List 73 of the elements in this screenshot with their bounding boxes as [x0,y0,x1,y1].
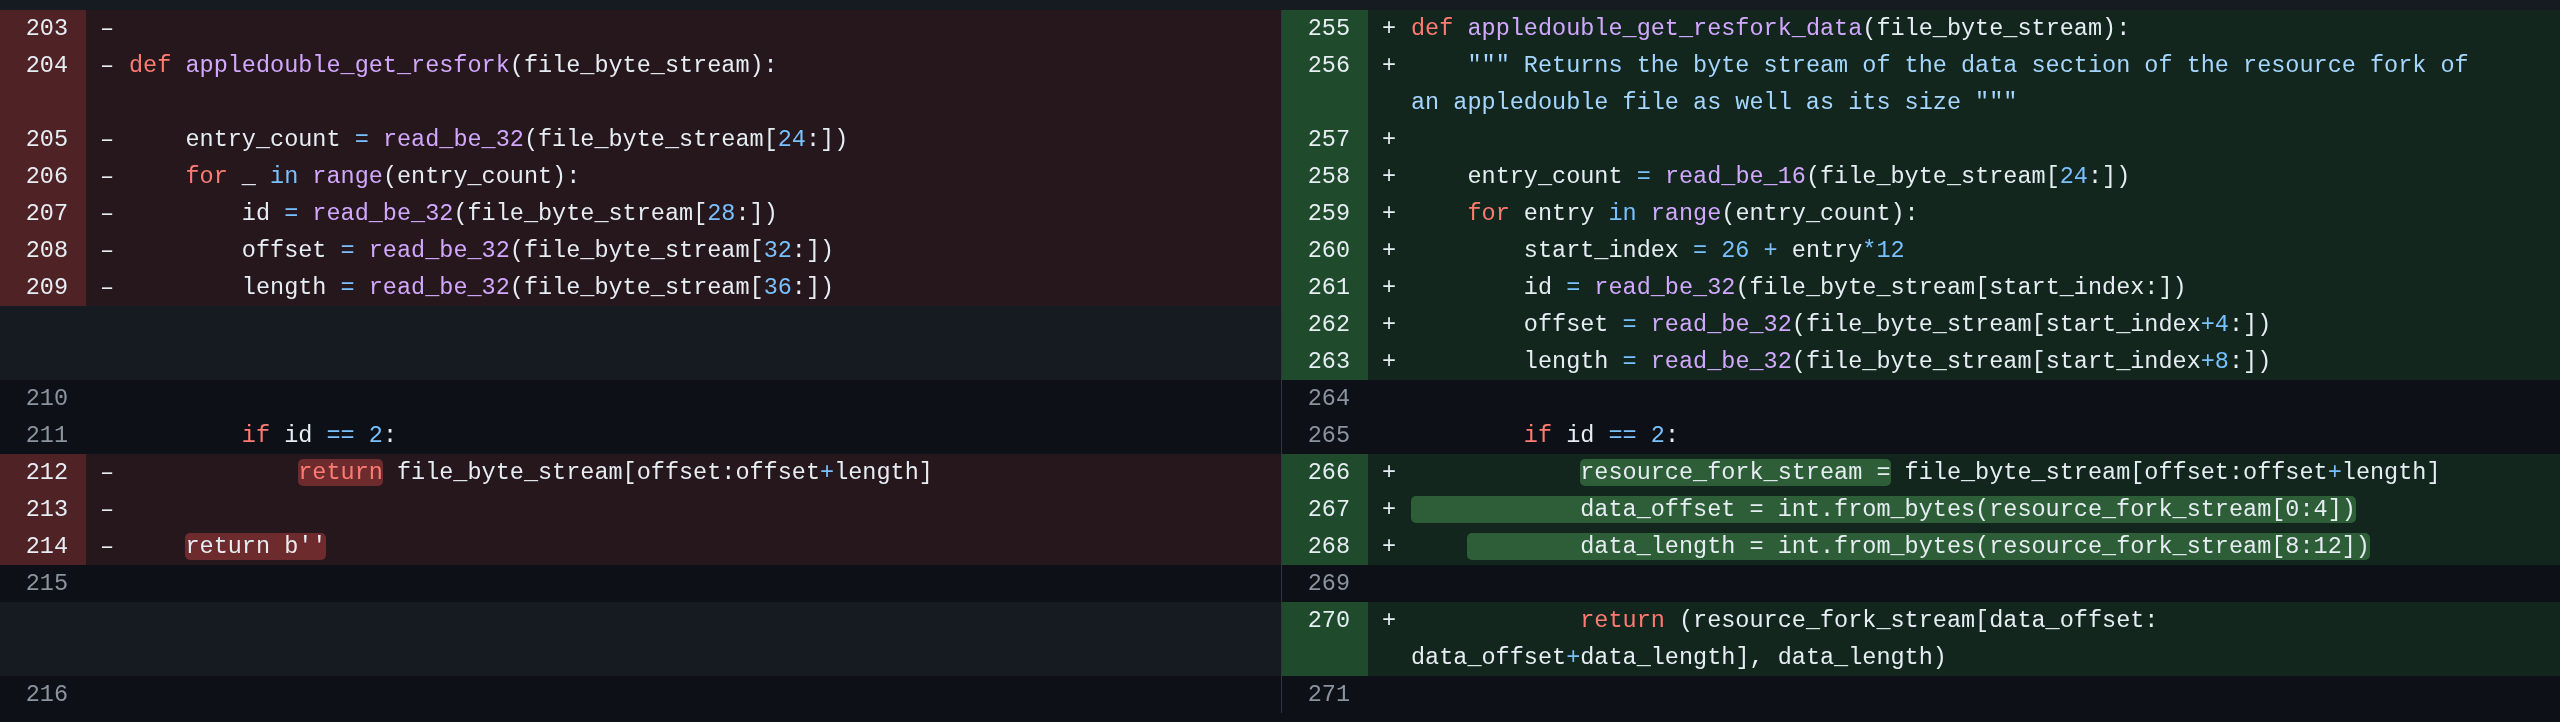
diff-sign: + [1382,126,1397,153]
line-number[interactable]: 270 [1282,602,1368,676]
diff-sign: – [100,200,115,227]
line-number[interactable]: 211 [0,417,86,454]
diff-sign: + [1382,237,1397,264]
diff-sign: + [1382,607,1397,634]
line-number[interactable]: 209 [0,269,86,306]
diff-sign: + [1382,311,1397,338]
diff-sign: – [100,459,115,486]
line-number[interactable]: 216 [0,676,86,713]
code-line: offset = read_be_32(file_byte_stream[start_index+4:]) [1522,311,2272,338]
line-number[interactable]: 207 [0,195,86,232]
line-number[interactable]: 205 [0,121,86,158]
diff-sign: + [1382,533,1397,560]
code-line: offset = read_be_32(file_byte_stream[32:]) [240,237,835,264]
line-number[interactable]: 260 [1282,232,1368,269]
line-number[interactable]: 208 [0,232,86,269]
diff-sign: + [1382,15,1397,42]
code-line: for _ in range(entry_count): [184,163,581,190]
diff-sign: – [100,126,115,153]
diff-sign: + [1382,52,1397,79]
code-line: resource_fork_stream = file_byte_stream[offset:offset+length] [1579,459,2441,486]
line-number[interactable]: 204 [0,47,86,121]
diff-sign: + [1382,200,1397,227]
line-number[interactable]: 265 [1282,417,1368,454]
code-line: for entry in range(entry_count): [1466,200,1919,227]
code-line: return file_byte_stream[offset:offset+length] [297,459,933,486]
line-number[interactable]: 215 [0,565,86,602]
line-number[interactable]: 266 [1282,454,1368,491]
line-number[interactable]: 203 [0,10,86,47]
code-line: id = read_be_32(file_byte_stream[start_index:]) [1522,274,2187,301]
line-number[interactable]: 262 [1282,306,1368,343]
line-number[interactable]: 213 [0,491,86,528]
code-line: if id == 2: [1522,422,1679,449]
line-number[interactable]: 259 [1282,195,1368,232]
line-number[interactable]: 271 [1282,676,1368,713]
code-line: start_index = 26 + entry*12 [1522,237,1905,264]
line-number[interactable]: 206 [0,158,86,195]
line-number[interactable]: 258 [1282,158,1368,195]
diff-sign: + [1382,348,1397,375]
code-line: length = read_be_32(file_byte_stream[36:]) [240,274,835,301]
line-number[interactable]: 214 [0,528,86,565]
code-line: def appledouble_get_resfork(file_byte_stream): [129,52,778,79]
line-number[interactable]: 268 [1282,528,1368,565]
diff-sign: – [100,496,115,523]
diff-sign: – [100,237,115,264]
code-line: if id == 2: [240,422,397,449]
diff-sign: – [100,533,115,560]
diff-sign: + [1382,459,1397,486]
line-number[interactable]: 255 [1282,10,1368,47]
line-number[interactable]: 269 [1282,565,1368,602]
diff-sign: – [100,52,115,79]
line-number[interactable]: 212 [0,454,86,491]
code-line: def appledouble_get_resfork_data(file_byte_stream): [1411,15,2131,42]
line-number[interactable]: 267 [1282,491,1368,528]
line-number[interactable]: 264 [1282,380,1368,417]
diff-sign: – [100,163,115,190]
line-number[interactable]: 261 [1282,269,1368,306]
code-line: return (resource_fork_stream[data_offset: data_offset+data_length], data_length) [1411,607,2160,671]
code-line: entry_count = read_be_32(file_byte_stream[24:]) [184,126,849,153]
diff-sign: + [1382,496,1397,523]
line-number[interactable]: 257 [1282,121,1368,158]
line-number[interactable]: 256 [1282,47,1368,121]
code-line: length = read_be_32(file_byte_stream[start_index+8:]) [1522,348,2272,375]
code-line: id = read_be_32(file_byte_stream[28:]) [240,200,778,227]
diff-sign: – [100,274,115,301]
diff-sign: – [100,15,115,42]
code-line: """ Returns the byte stream of the data section of the resource fork of an appledouble file as well as its size """ [1411,52,2470,116]
line-number[interactable]: 263 [1282,343,1368,380]
line-number[interactable]: 210 [0,380,86,417]
diff-sign: + [1382,163,1397,190]
code-line: entry_count = read_be_16(file_byte_stream[24:]) [1466,163,2131,190]
diff-sign: + [1382,274,1397,301]
